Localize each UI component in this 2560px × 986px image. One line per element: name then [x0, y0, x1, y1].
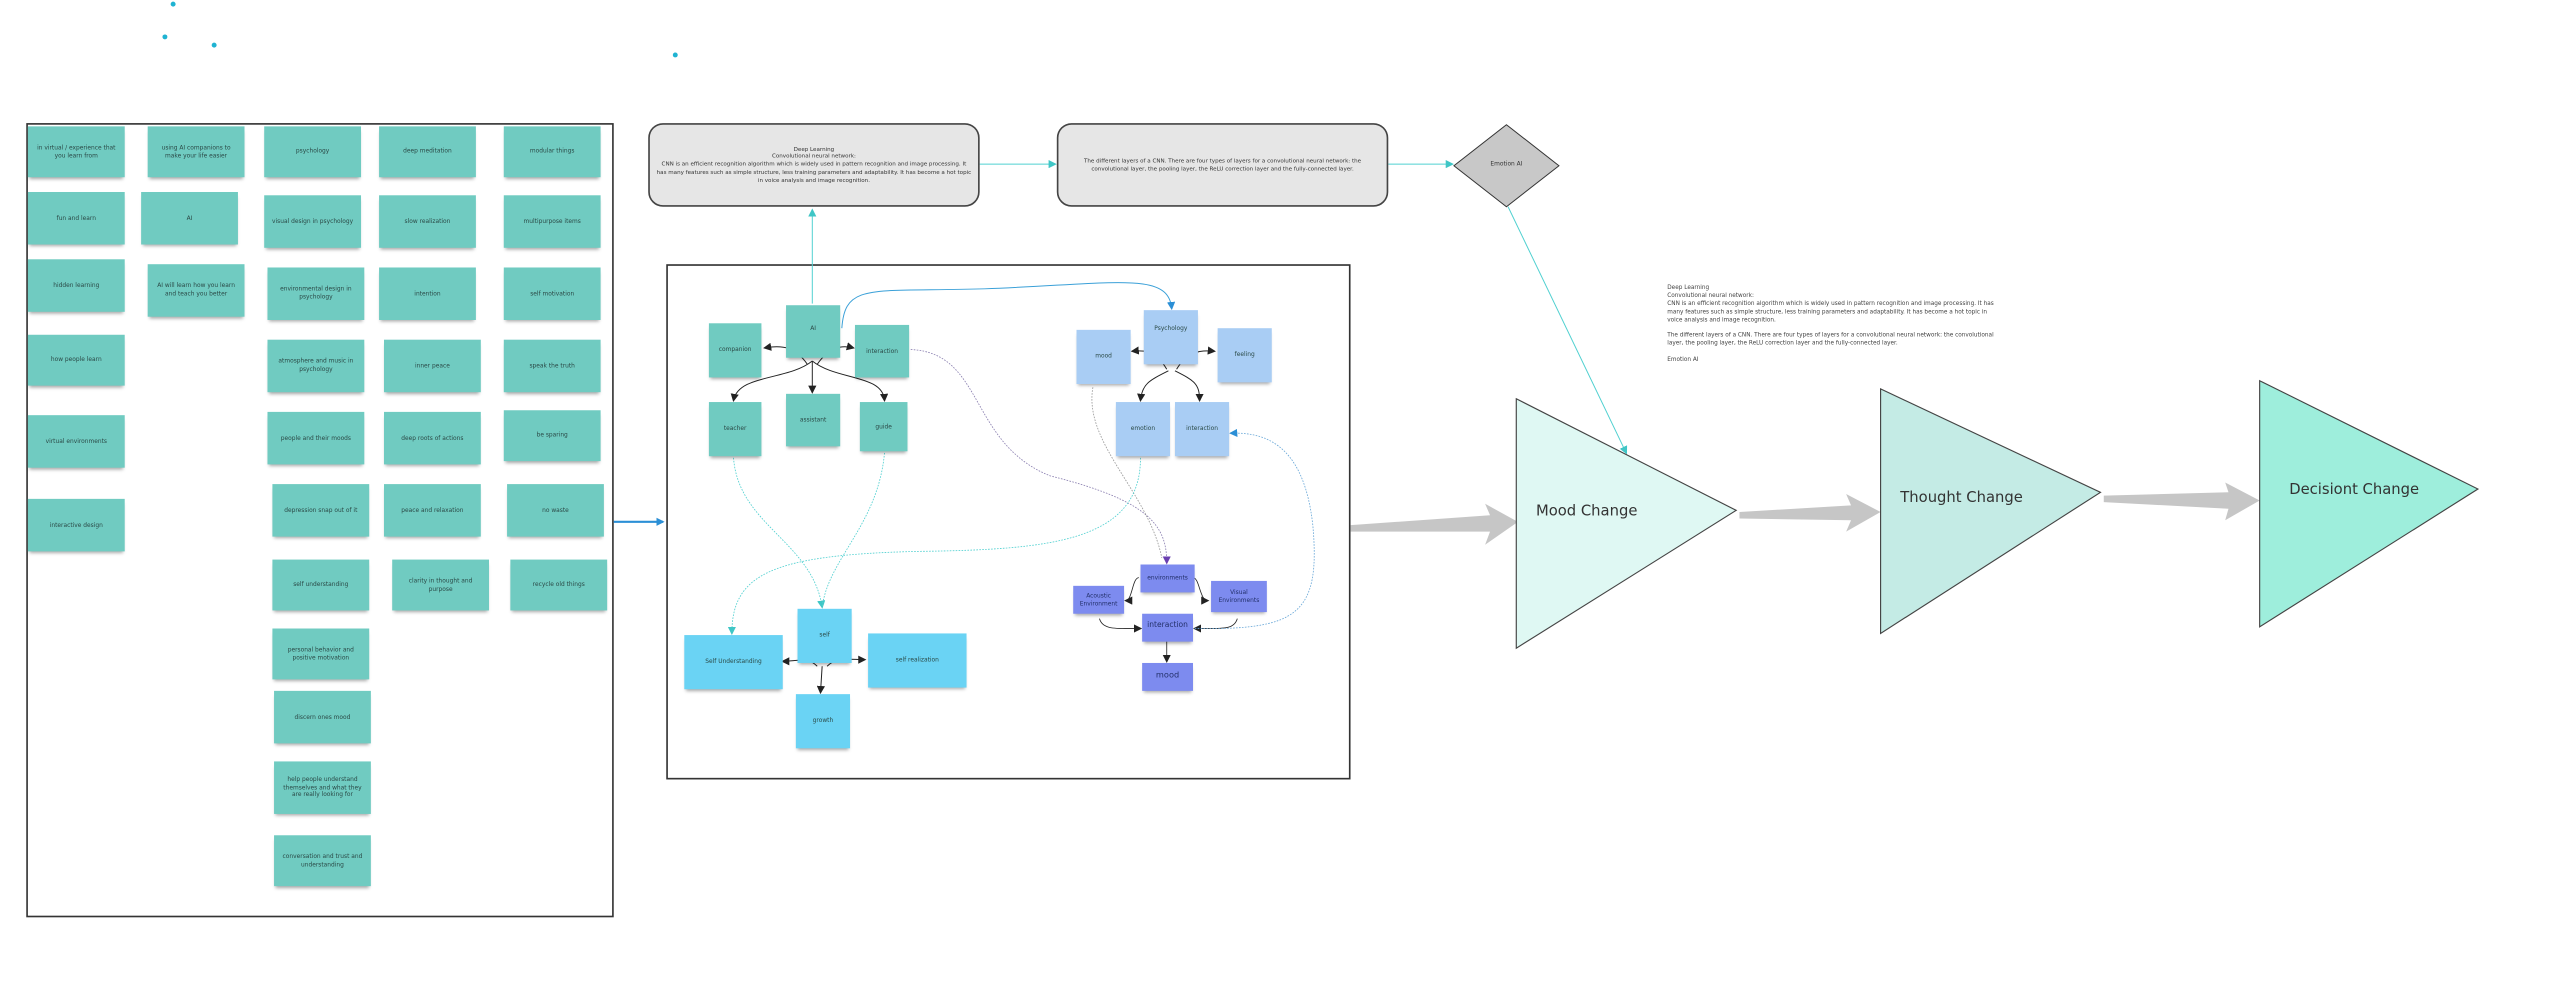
decision-change-label: Decisiont Change	[2289, 482, 2420, 499]
flow-arrow-to-thought	[1739, 493, 1881, 532]
notes-line: Convolutional neural network:	[1667, 291, 1754, 299]
guide-to-self-connector	[821, 452, 885, 608]
teacher-to-self-connector	[733, 457, 826, 609]
thought-change-stage[interactable]	[1880, 388, 2102, 635]
mindmap-sticky-environments[interactable]: environments	[1140, 564, 1195, 593]
mindmap-sticky-interaction[interactable]: interaction	[854, 324, 910, 378]
mindmap-sticky-mood[interactable]: mood	[1076, 329, 1131, 384]
notes-line: Emotion AI	[1667, 356, 1699, 363]
mindmap-sticky-feeling[interactable]: feeling	[1217, 328, 1272, 383]
mindmap-sticky-self-realization[interactable]: self realization	[868, 633, 967, 688]
mindmap-sticky-companion[interactable]: companion	[708, 323, 762, 378]
whiteboard-canvas[interactable]: in virtual / experience that you learn f…	[0, 0, 2560, 986]
mindmap-sticky-teacher[interactable]: teacher	[708, 402, 762, 457]
box1-body: CNN is an efficient recognition algorith…	[656, 160, 972, 184]
decision-change-stage[interactable]	[2259, 379, 2480, 628]
box2-body: The different layers of a CNN. There are…	[1084, 157, 1362, 172]
ai-to-psychology-connector	[841, 282, 1176, 329]
mindmap-sticky-visual[interactable]: Visual Environments	[1211, 580, 1267, 613]
flow-arrow-to-mood	[1350, 503, 1518, 545]
notes-paragraph: CNN is an efficient recognition algorith…	[1667, 299, 1994, 323]
mindmap-sticky-assistant[interactable]: assistant	[786, 393, 841, 447]
mindmap-sticky-psychology[interactable]: Psychology	[1143, 310, 1198, 365]
notes-text-block[interactable]: Deep Learning Convolutional neural netwo…	[1667, 284, 1995, 364]
cnn-layers-box[interactable]: The different layers of a CNN. There are…	[1056, 123, 1389, 207]
mindmap-sticky-emotion[interactable]: emotion	[1115, 402, 1171, 457]
mindmap-sticky-guide[interactable]: guide	[859, 402, 908, 452]
box1-subtitle: Convolutional neural network:	[771, 153, 856, 160]
notes-line: Deep Learning	[1667, 283, 1710, 291]
box1-title: Deep Learning	[793, 145, 835, 152]
mood-change-label: Mood Change	[1535, 503, 1638, 521]
mindmap-sticky-self[interactable]: self	[797, 608, 852, 663]
thought-change-label: Thought Change	[1900, 490, 2023, 508]
mindmap-sticky-growth[interactable]: growth	[795, 694, 851, 749]
mindmap-sticky-env-mood[interactable]: mood	[1142, 662, 1194, 691]
deep-learning-box[interactable]: Deep Learning Convolutional neural netwo…	[648, 123, 980, 207]
mindmap-sticky-acoustic[interactable]: Acoustic Environment	[1073, 585, 1125, 614]
decision-label: Emotion AI	[1490, 160, 1523, 168]
mindmap-sticky-ai[interactable]: AI	[786, 305, 841, 358]
mindmap-sticky-psych-interaction[interactable]: interaction	[1174, 402, 1230, 457]
mindmap-sticky-self-understanding[interactable]: Self Understanding	[684, 635, 783, 690]
mindmap-sticky-env-interaction[interactable]: interaction	[1142, 613, 1194, 642]
notes-paragraph: The different layers of a CNN. There are…	[1667, 332, 1994, 347]
mood-change-stage[interactable]	[1515, 397, 1738, 650]
flow-arrow-to-decision	[2103, 482, 2260, 521]
self-fan-arrows	[781, 655, 867, 695]
